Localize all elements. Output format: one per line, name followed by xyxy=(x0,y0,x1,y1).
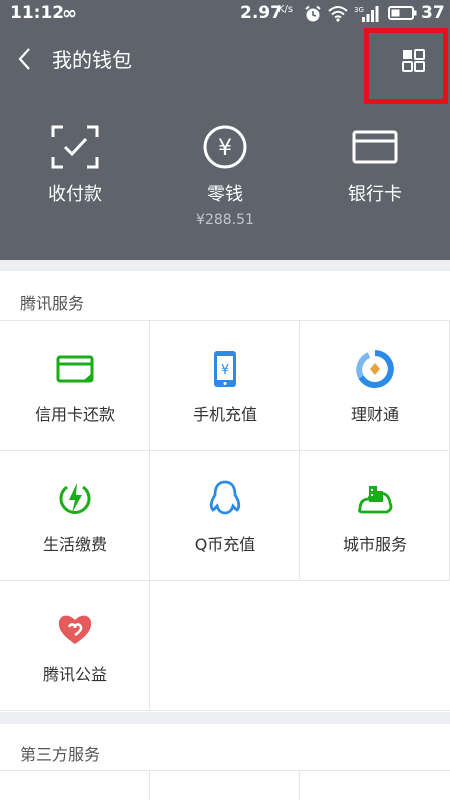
scan-pay-icon xyxy=(51,125,99,169)
page-title: 我的钱包 xyxy=(52,48,132,72)
charity-heart-icon xyxy=(58,615,92,644)
credit-card-icon xyxy=(56,355,94,383)
grid-cell[interactable] xyxy=(300,771,450,800)
wallet-header: 我的钱包 收付款 ¥ 零钱 ¥288.51 银行卡 xyxy=(0,28,450,260)
battery-level: 37 xyxy=(421,3,445,23)
status-time: 11:12 xyxy=(10,3,65,23)
third-party-services-grid xyxy=(0,770,450,800)
svg-text:3G: 3G xyxy=(354,6,364,14)
third-party-services-title: 第三方服务 xyxy=(20,745,101,764)
grid-item-label: 城市服务 xyxy=(342,535,407,554)
highlight-box xyxy=(364,28,448,104)
grid-item-phone-recharge[interactable]: ¥ 手机充值 xyxy=(150,321,300,451)
wifi-icon xyxy=(328,6,348,22)
grid-item-q-coin[interactable]: Q币充值 xyxy=(150,451,300,581)
scan-pay-label: 收付款 xyxy=(48,184,102,205)
grid-empty-cell xyxy=(150,581,450,711)
network-speed-unit: K/s xyxy=(278,4,294,15)
scan-pay-action[interactable]: 收付款 xyxy=(15,124,135,206)
utility-bolt-icon xyxy=(59,483,91,514)
signal-icon: 3G xyxy=(354,6,379,22)
grid-item-label: 生活缴费 xyxy=(42,535,107,554)
wealth-icon xyxy=(356,350,394,388)
svg-text:¥: ¥ xyxy=(221,363,229,378)
chevron-left-icon xyxy=(18,48,30,70)
grid-item-wealth[interactable]: 理财通 xyxy=(300,321,450,451)
status-bar: 11:12 ∞ 2.97 K/s 3G 37 xyxy=(0,0,450,28)
change-balance: ¥288.51 xyxy=(196,212,254,228)
alarm-icon xyxy=(305,5,321,22)
change-balance-action[interactable]: ¥ 零钱 ¥288.51 xyxy=(165,124,285,228)
grid-cell[interactable] xyxy=(0,771,150,800)
svg-text:¥: ¥ xyxy=(218,136,232,161)
grid-item-label: 腾讯公益 xyxy=(42,665,107,684)
grid-item-label: 理财通 xyxy=(350,405,399,424)
yuan-coin-icon: ¥ xyxy=(203,125,247,169)
grid-item-credit-card[interactable]: 信用卡还款 xyxy=(0,321,150,451)
bank-card-label: 银行卡 xyxy=(348,184,402,205)
grid-item-label: 手机充值 xyxy=(192,405,257,424)
infinity-icon: ∞ xyxy=(62,3,77,24)
grid-item-city[interactable]: 城市服务 xyxy=(300,451,450,581)
bank-card-action[interactable]: 银行卡 xyxy=(315,124,435,206)
grid-item-charity[interactable]: 腾讯公益 xyxy=(0,581,150,711)
phone-recharge-icon: ¥ xyxy=(214,351,236,387)
grid-item-label: 信用卡还款 xyxy=(34,405,115,424)
change-label: 零钱 xyxy=(207,184,243,205)
bank-card-icon xyxy=(352,130,398,164)
battery-icon xyxy=(388,6,417,20)
grid-item-utility[interactable]: 生活缴费 xyxy=(0,451,150,581)
back-button[interactable] xyxy=(12,42,40,76)
tencent-services-grid: 信用卡还款 ¥ 手机充值 理财通 生活缴费 Q币充值 城市服务 腾讯公益 xyxy=(0,320,450,712)
qq-penguin-icon xyxy=(209,480,241,515)
tencent-services-title: 腾讯服务 xyxy=(20,294,85,313)
network-speed: 2.97 xyxy=(240,3,282,23)
section-divider xyxy=(0,712,450,724)
grid-item-label: Q币充值 xyxy=(194,535,256,554)
grid-cell[interactable] xyxy=(150,771,300,800)
city-icon xyxy=(358,486,393,514)
section-divider xyxy=(0,260,450,271)
